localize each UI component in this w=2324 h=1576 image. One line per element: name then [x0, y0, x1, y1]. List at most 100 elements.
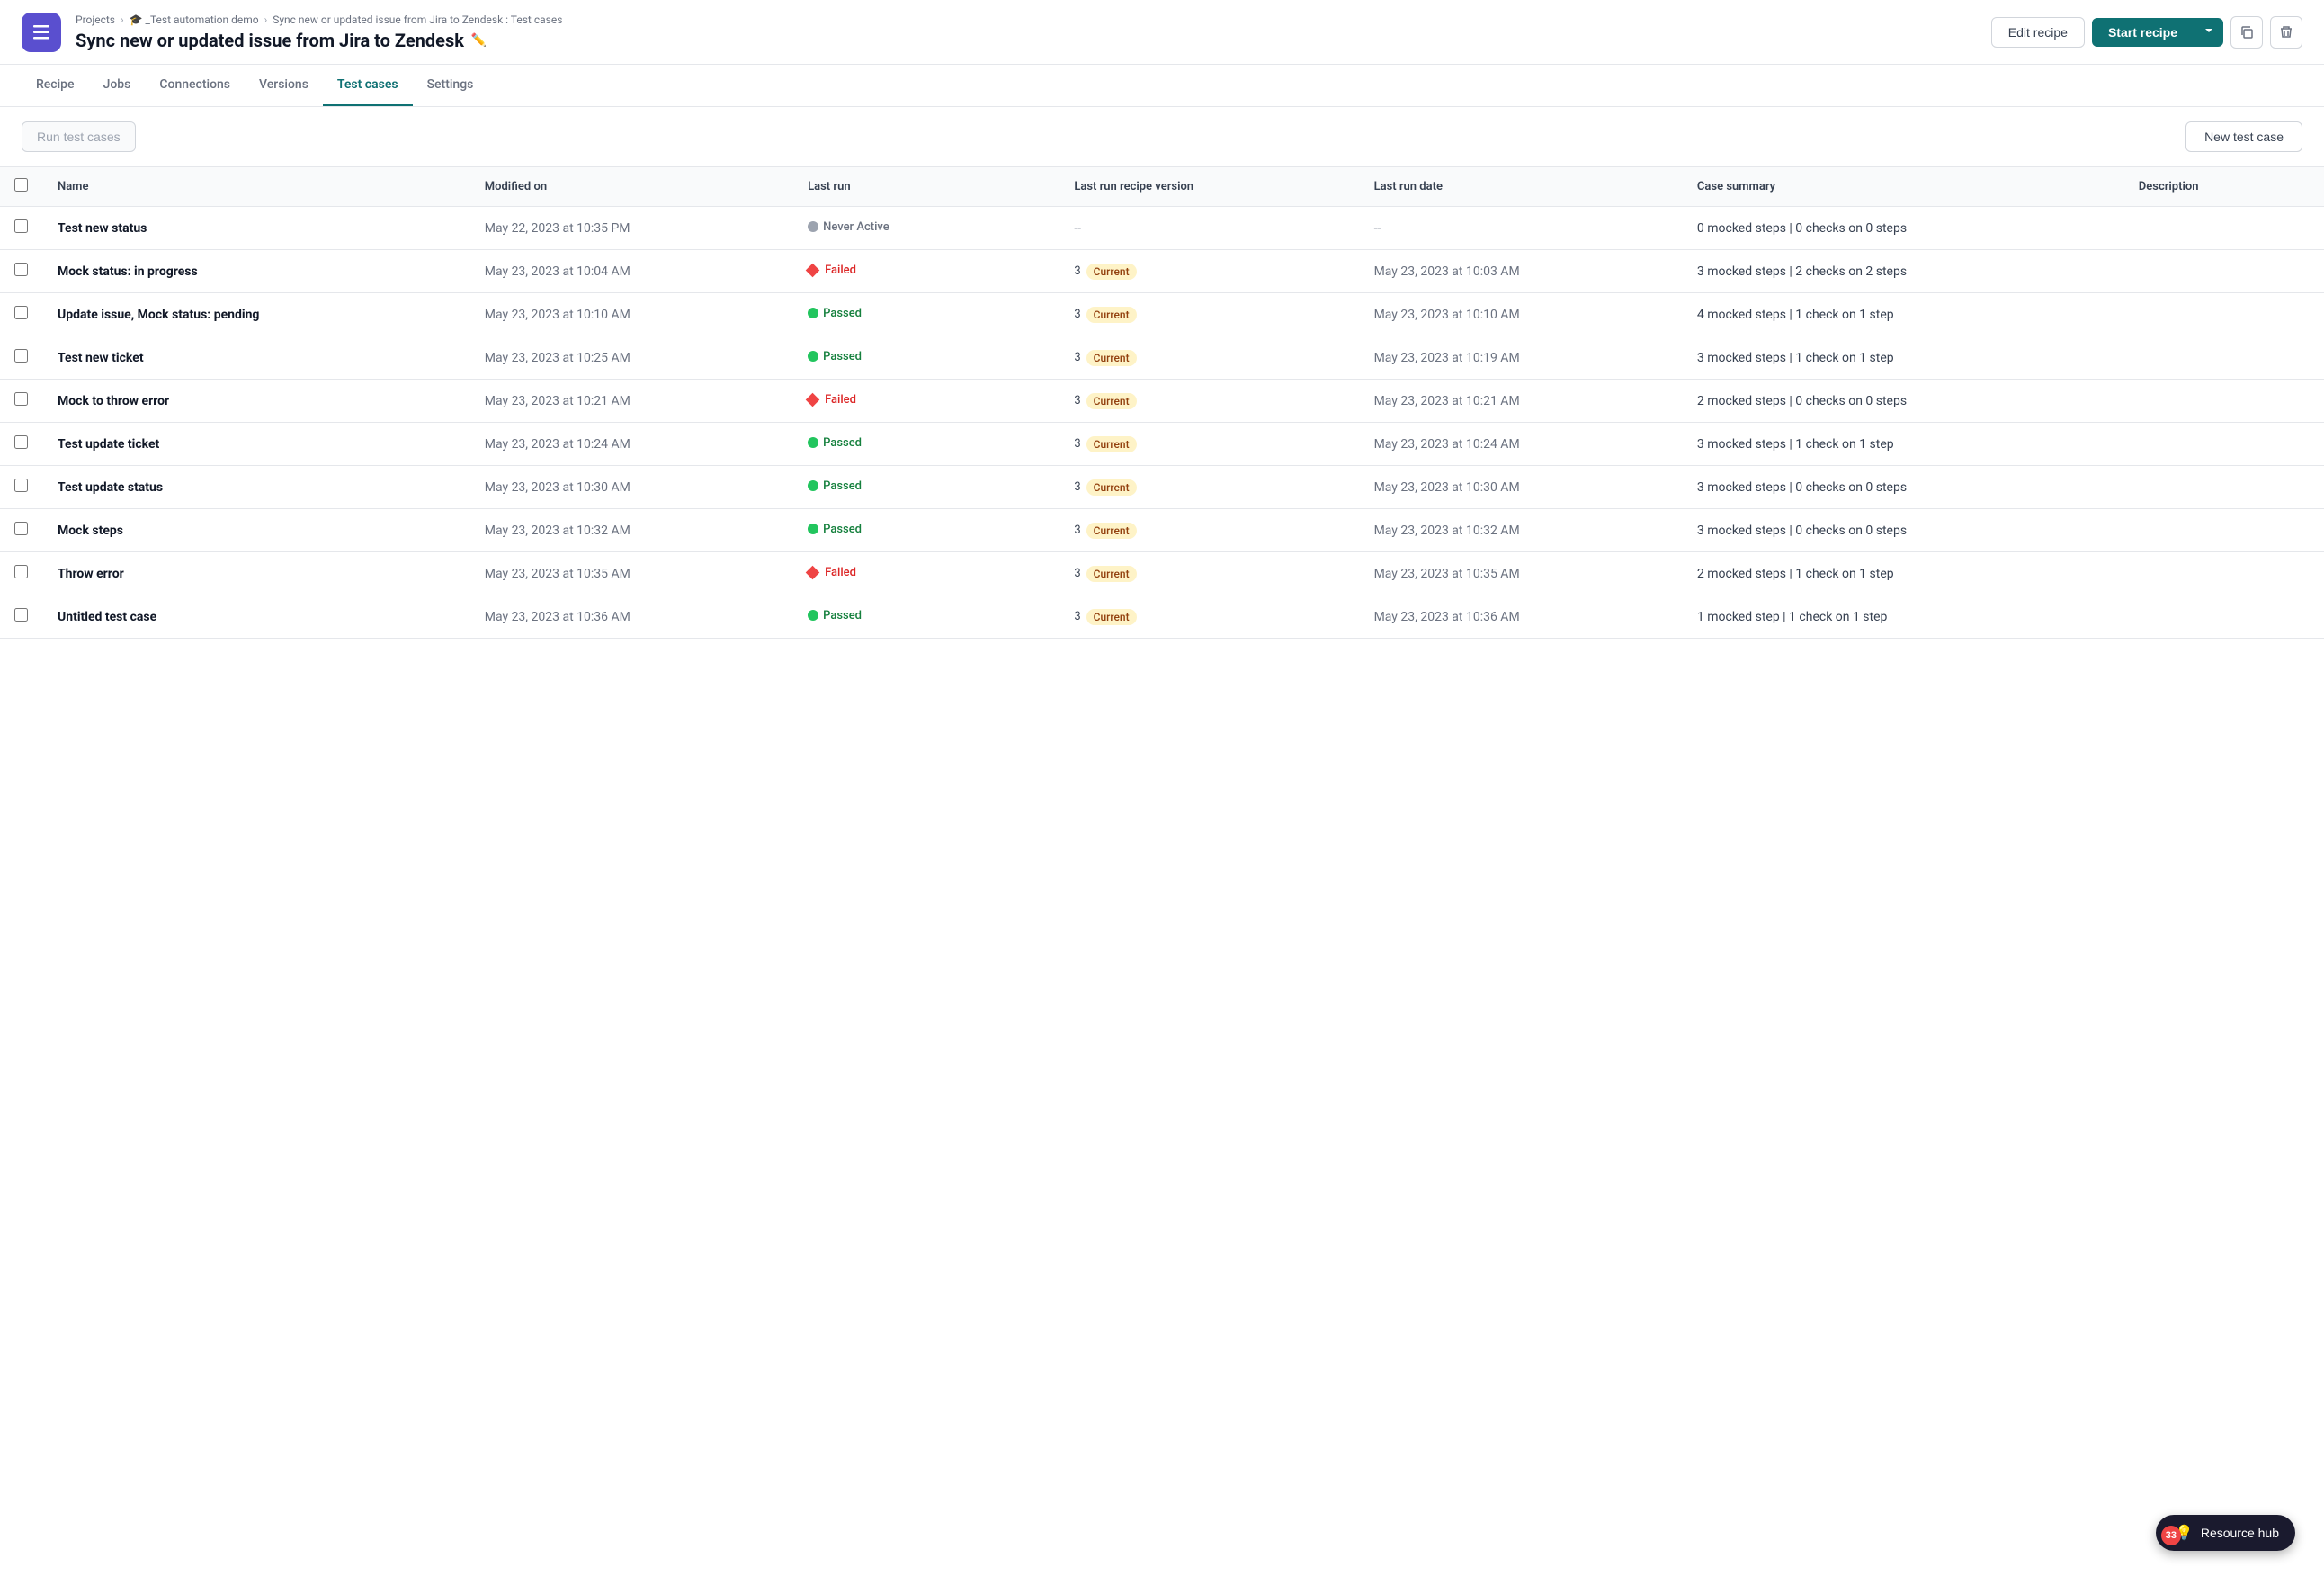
version-number: 3 [1074, 264, 1080, 278]
row-description [2124, 380, 2324, 423]
start-recipe-dropdown-button[interactable] [2194, 18, 2223, 47]
breadcrumb-projects[interactable]: Projects [76, 13, 115, 26]
row-modified: May 23, 2023 at 10:24 AM [470, 423, 793, 466]
date-dash: -- [1374, 221, 1381, 236]
tab-settings[interactable]: Settings [413, 65, 488, 106]
row-case-summary: 3 mocked steps | 0 checks on 0 steps [1683, 466, 2124, 509]
col-header-lastrun: Last run [793, 167, 1059, 207]
row-checkbox[interactable] [14, 479, 28, 492]
new-test-case-button[interactable]: New test case [2185, 121, 2302, 152]
row-name[interactable]: Test update status [43, 466, 470, 509]
status-label: Failed [825, 264, 856, 277]
row-checkbox[interactable] [14, 349, 28, 363]
row-name[interactable]: Test new ticket [43, 336, 470, 380]
row-checkbox[interactable] [14, 608, 28, 622]
edit-title-icon[interactable]: ✏️ [471, 33, 487, 48]
status-label: Failed [825, 393, 856, 407]
start-recipe-button[interactable]: Start recipe [2092, 18, 2194, 47]
row-modified: May 23, 2023 at 10:21 AM [470, 380, 793, 423]
test-cases-table: Name Modified on Last run Last run recip… [0, 166, 2324, 639]
row-name[interactable]: Test new status [43, 207, 470, 250]
table-row[interactable]: Update issue, Mock status: pending May 23… [0, 293, 2324, 336]
row-description [2124, 293, 2324, 336]
resource-hub-button[interactable]: 33 💡 Resource hub [2156, 1515, 2295, 1551]
row-name[interactable]: Mock status: in progress [43, 250, 470, 293]
table-row[interactable]: Untitled test caseMay 23, 2023 at 10:36 … [0, 595, 2324, 639]
version-number: 3 [1074, 437, 1080, 451]
row-checkbox[interactable] [14, 565, 28, 578]
row-last-run: Failed [793, 552, 1059, 595]
app-logo [22, 13, 61, 52]
table-row[interactable]: Test new statusMay 22, 2023 at 10:35 PMN… [0, 207, 2324, 250]
tab-versions[interactable]: Versions [245, 65, 323, 106]
row-description [2124, 466, 2324, 509]
row-checkbox[interactable] [14, 392, 28, 406]
table-row[interactable]: Throw error May 23, 2023 at 10:35 AM Faile… [0, 552, 2324, 595]
table-row[interactable]: Test update statusMay 23, 2023 at 10:30 … [0, 466, 2324, 509]
version-badge: 3 Current [1074, 350, 1136, 366]
row-description [2124, 423, 2324, 466]
tab-connections[interactable]: Connections [145, 65, 245, 106]
row-case-summary: 2 mocked steps | 0 checks on 0 steps [1683, 380, 2124, 423]
row-name[interactable]: Mock to throw error [43, 380, 470, 423]
version-number: 3 [1074, 524, 1080, 537]
table-row[interactable]: Mock to throw errorMay 23, 2023 at 10:21… [0, 380, 2324, 423]
current-tag: Current [1086, 393, 1137, 409]
row-name[interactable]: Untitled test case [43, 595, 470, 639]
row-version: 3 Current [1059, 250, 1359, 293]
tab-recipe[interactable]: Recipe [22, 65, 89, 106]
breadcrumb-sep-1: › [121, 13, 124, 26]
current-tag: Current [1086, 307, 1137, 323]
select-all-checkbox[interactable] [14, 178, 28, 192]
version-number: 3 [1074, 567, 1080, 580]
status-label: Never Active [823, 220, 889, 234]
row-name[interactable]: Test update ticket [43, 423, 470, 466]
row-version: -- [1059, 207, 1359, 250]
table-row[interactable]: Test new ticketMay 23, 2023 at 10:25 AMP… [0, 336, 2324, 380]
row-name[interactable]: Mock steps [43, 509, 470, 552]
toolbar: Run test cases New test case [0, 107, 2324, 166]
row-checkbox[interactable] [14, 306, 28, 319]
row-last-run-date: May 23, 2023 at 10:10 AM [1360, 293, 1683, 336]
row-checkbox[interactable] [14, 435, 28, 449]
row-case-summary: 4 mocked steps | 1 check on 1 step [1683, 293, 2124, 336]
row-version: 3 Current [1059, 293, 1359, 336]
row-last-run-date: May 23, 2023 at 10:19 AM [1360, 336, 1683, 380]
row-version: 3 Current [1059, 552, 1359, 595]
run-test-cases-button[interactable]: Run test cases [22, 121, 136, 152]
row-description [2124, 207, 2324, 250]
row-checkbox[interactable] [14, 219, 28, 233]
delete-button[interactable] [2270, 16, 2302, 49]
row-checkbox[interactable] [14, 263, 28, 276]
version-badge: 3 Current [1074, 393, 1136, 409]
table-row[interactable]: Mock stepsMay 23, 2023 at 10:32 AMPassed… [0, 509, 2324, 552]
version-number: 3 [1074, 480, 1080, 494]
current-tag: Current [1086, 436, 1137, 452]
tab-jobs[interactable]: Jobs [89, 65, 146, 106]
row-name[interactable]: Update issue, Mock status: pending [43, 293, 470, 336]
row-last-run: Failed [793, 250, 1059, 293]
passed-dot [808, 308, 818, 318]
edit-recipe-button[interactable]: Edit recipe [1991, 17, 2085, 48]
row-last-run-date: May 23, 2023 at 10:35 AM [1360, 552, 1683, 595]
row-name[interactable]: Throw error [43, 552, 470, 595]
status-label: Failed [825, 566, 856, 579]
table-row[interactable]: Mock status: in progressMay 23, 2023 at … [0, 250, 2324, 293]
tab-test-cases[interactable]: Test cases [323, 65, 413, 106]
row-checkbox[interactable] [14, 522, 28, 535]
page-title: Sync new or updated issue from Jira to Z… [76, 30, 1977, 51]
resource-hub-badge: 33 [2161, 1526, 2181, 1545]
row-case-summary: 3 mocked steps | 1 check on 1 step [1683, 423, 2124, 466]
row-last-run: Failed [793, 380, 1059, 423]
row-last-run-date: May 23, 2023 at 10:32 AM [1360, 509, 1683, 552]
status-label: Passed [823, 609, 862, 622]
row-case-summary: 2 mocked steps | 1 check on 1 step [1683, 552, 2124, 595]
header-main: Projects › 🎓 _Test automation demo › Syn… [76, 13, 1977, 51]
copy-button[interactable] [2230, 16, 2263, 49]
row-last-run: Passed [793, 595, 1059, 639]
breadcrumb-automation-demo[interactable]: 🎓 _Test automation demo [130, 13, 259, 26]
version-badge: 3 Current [1074, 523, 1136, 539]
version-badge: 3 Current [1074, 609, 1136, 625]
table-row[interactable]: Test update ticketMay 23, 2023 at 10:24 … [0, 423, 2324, 466]
row-version: 3 Current [1059, 509, 1359, 552]
